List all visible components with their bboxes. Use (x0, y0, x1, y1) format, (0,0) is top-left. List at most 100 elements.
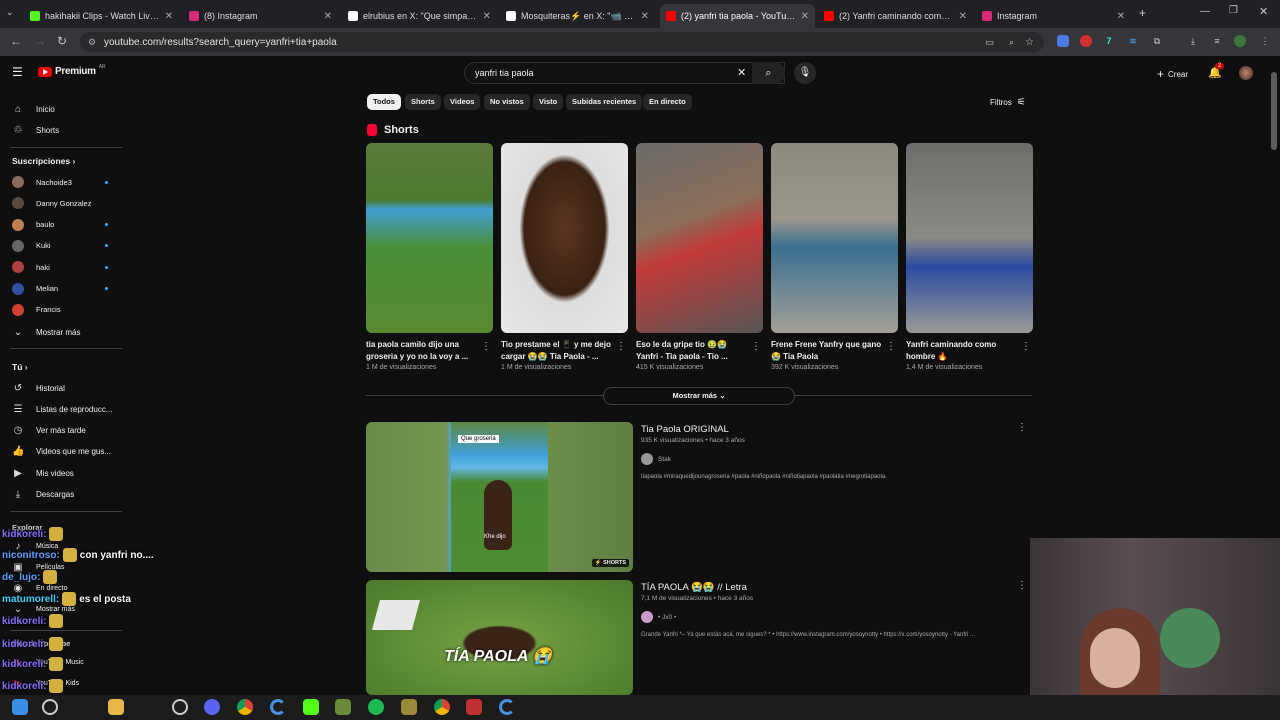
app-c2-icon[interactable] (499, 699, 515, 715)
extension-translate-icon[interactable] (1057, 35, 1069, 47)
more-options-icon[interactable]: ⋮ (1017, 580, 1027, 591)
short-card[interactable]: Tio prestame el 📱 y me dejo cargar 😭😭 Ti… (501, 143, 628, 371)
short-thumbnail[interactable] (366, 143, 493, 333)
page-scrollbar[interactable] (1271, 72, 1277, 150)
kick-icon[interactable] (303, 699, 319, 715)
short-card[interactable]: Eso le da gripe tio 🤢😭 Yanfri - Tia paol… (636, 143, 763, 371)
filter-chip[interactable]: Shorts (405, 94, 441, 110)
subscription-item[interactable]: baulo (12, 215, 122, 235)
site-info-icon[interactable]: ⚙ (88, 37, 96, 48)
forward-icon[interactable]: → (34, 34, 46, 48)
subscription-item[interactable]: Melian (12, 279, 122, 299)
tab-search-button[interactable]: ⌄ (6, 7, 14, 18)
more-options-icon[interactable]: ⋮ (1021, 341, 1031, 352)
subscription-item[interactable]: Danny Gonzalez (12, 193, 122, 213)
filter-chip[interactable]: Visto (533, 94, 564, 110)
video-channel[interactable]: • Jx0 • (641, 611, 676, 623)
browser-tab[interactable]: elrubius en X: "Que simpaticos ✕ (342, 4, 497, 28)
short-title[interactable]: Frene Frene Yanfry que gano 😭 Tia Paola (771, 339, 883, 363)
video-title[interactable]: TÍA PAOLA 😭😭 // Letra (641, 582, 747, 593)
minimize-button[interactable]: — (1200, 6, 1210, 17)
subscriptions-heading[interactable]: Suscripciones › (12, 156, 75, 166)
browser-tab[interactable]: (2) Yanfri caminando como hom ✕ (818, 4, 973, 28)
browser-tab[interactable]: hakihakii Clips - Watch Live on ✕ (24, 4, 179, 28)
short-title[interactable]: tia paola camilo dijo una groseria y yo … (366, 339, 478, 363)
close-tab-icon[interactable]: ✕ (801, 11, 809, 22)
close-tab-icon[interactable]: ✕ (324, 11, 332, 22)
account-avatar[interactable] (1239, 66, 1253, 80)
voice-app-icon[interactable] (466, 699, 482, 715)
browser-tab[interactable]: Instagram ✕ (976, 4, 1131, 28)
filter-chip[interactable]: Videos (444, 94, 481, 110)
short-card[interactable]: Frene Frene Yanfry que gano 😭 Tia Paola … (771, 143, 898, 371)
more-options-icon[interactable]: ⋮ (616, 341, 626, 352)
notifications-button[interactable]: 🔔 2 (1208, 63, 1225, 79)
close-tab-icon[interactable]: ✕ (959, 11, 967, 22)
filter-chip[interactable]: Subidas recientes (566, 94, 643, 110)
filter-chip[interactable]: En directo (643, 94, 692, 110)
close-tab-icon[interactable]: ✕ (641, 11, 649, 22)
video-channel[interactable]: Stak (641, 453, 671, 465)
video-title[interactable]: Tia Paola ORIGINAL (641, 424, 729, 435)
filter-chip[interactable]: Todos (367, 94, 401, 110)
more-options-icon[interactable]: ⋮ (481, 341, 491, 352)
minecraft-icon[interactable] (335, 699, 351, 715)
short-title[interactable]: Eso le da gripe tio 🤢😭 Yanfri - Tia paol… (636, 339, 748, 363)
short-thumbnail[interactable] (636, 143, 763, 333)
bookmark-star-icon[interactable]: ☆ (1025, 37, 1034, 48)
sidebar-item[interactable]: ☰ Listas de reproducc... (12, 399, 113, 419)
browser-tab[interactable]: (2) yanfri tia paola - YouTube ✕ (660, 4, 815, 28)
subscription-item[interactable]: Kuki (12, 236, 122, 256)
subscription-item[interactable]: Nachoide3 (12, 172, 122, 192)
extensions-puzzle-icon[interactable]: ⧉ (1151, 35, 1163, 47)
address-bar[interactable]: ⚙ youtube.com/results?search_query=yanfr… (80, 32, 1044, 52)
search-button[interactable]: ⌕ (752, 62, 785, 84)
extension-red-icon[interactable] (1080, 35, 1092, 47)
short-title[interactable]: Tio prestame el 📱 y me dejo cargar 😭😭 Ti… (501, 339, 613, 363)
zoom-icon[interactable]: ⌕ (1009, 37, 1014, 48)
subscription-item[interactable]: haki (12, 257, 122, 277)
search-input[interactable]: yanfri tia paola ✕ (464, 62, 785, 84)
more-options-icon[interactable]: ⋮ (751, 341, 761, 352)
new-tab-button[interactable]: + (1139, 6, 1146, 20)
show-more-shorts-button[interactable]: Mostrar más ⌄ (603, 387, 795, 405)
more-options-icon[interactable]: ⋮ (1017, 422, 1027, 433)
back-icon[interactable]: ← (10, 34, 22, 48)
sidebar-item[interactable]: 👍 Videos que me gus... (12, 442, 111, 462)
short-title[interactable]: Yanfri caminando como hombre 🔥 (906, 339, 1018, 363)
more-options-icon[interactable]: ⋮ (886, 341, 896, 352)
chrome-icon[interactable] (237, 699, 253, 715)
sidebar-item-shorts[interactable]: ♲ Shorts (12, 120, 60, 140)
downloads-icon[interactable]: ⤓ (1187, 35, 1199, 47)
short-thumbnail[interactable] (501, 143, 628, 333)
create-button[interactable]: + Crear (1157, 67, 1188, 81)
sidebar-item[interactable]: ⤓ Descargas (12, 485, 74, 505)
video-thumbnail[interactable]: Que groseria Khe dijo ⚡ SHORTS (366, 422, 633, 572)
discord-icon[interactable] (204, 699, 220, 715)
extension-7tv-icon[interactable]: 7 (1103, 35, 1115, 47)
browser-tab[interactable]: Mosquiteras⚡ en X: "📹 Primer ✕ (500, 4, 655, 28)
youtube-premium-logo[interactable]: Premium AR (38, 64, 106, 77)
short-thumbnail[interactable] (771, 143, 898, 333)
voice-search-button[interactable]: 🎙 (794, 62, 816, 84)
filter-chip[interactable]: No vistos (484, 94, 530, 110)
sidebar-item[interactable]: ◷ Ver más tarde (12, 421, 86, 441)
profile-avatar-icon[interactable] (1234, 35, 1246, 47)
sidebar-item[interactable]: ▶ Mis videos (12, 463, 74, 483)
browser-menu-icon[interactable]: ⋮ (1259, 35, 1271, 47)
you-heading[interactable]: Tú › (12, 362, 28, 372)
close-tab-icon[interactable]: ✕ (483, 11, 491, 22)
close-window-button[interactable]: ✕ (1259, 5, 1268, 18)
browser-tab[interactable]: (8) Instagram ✕ (183, 4, 338, 28)
maximize-button[interactable]: ❐ (1229, 5, 1238, 16)
reading-list-icon[interactable]: ≡ (1211, 35, 1223, 47)
short-thumbnail[interactable] (906, 143, 1033, 333)
reload-icon[interactable]: ↻ (57, 34, 67, 48)
close-tab-icon[interactable]: ✕ (1117, 11, 1125, 22)
obs-icon[interactable] (172, 699, 188, 715)
install-icon[interactable]: ▭ (985, 37, 994, 48)
chrome-active-icon[interactable] (434, 699, 450, 715)
hamburger-menu-icon[interactable]: ☰ (12, 65, 23, 79)
video-thumbnail[interactable]: TÍA PAOLA 😭 (366, 580, 633, 695)
search-taskbar-icon[interactable] (42, 699, 58, 715)
